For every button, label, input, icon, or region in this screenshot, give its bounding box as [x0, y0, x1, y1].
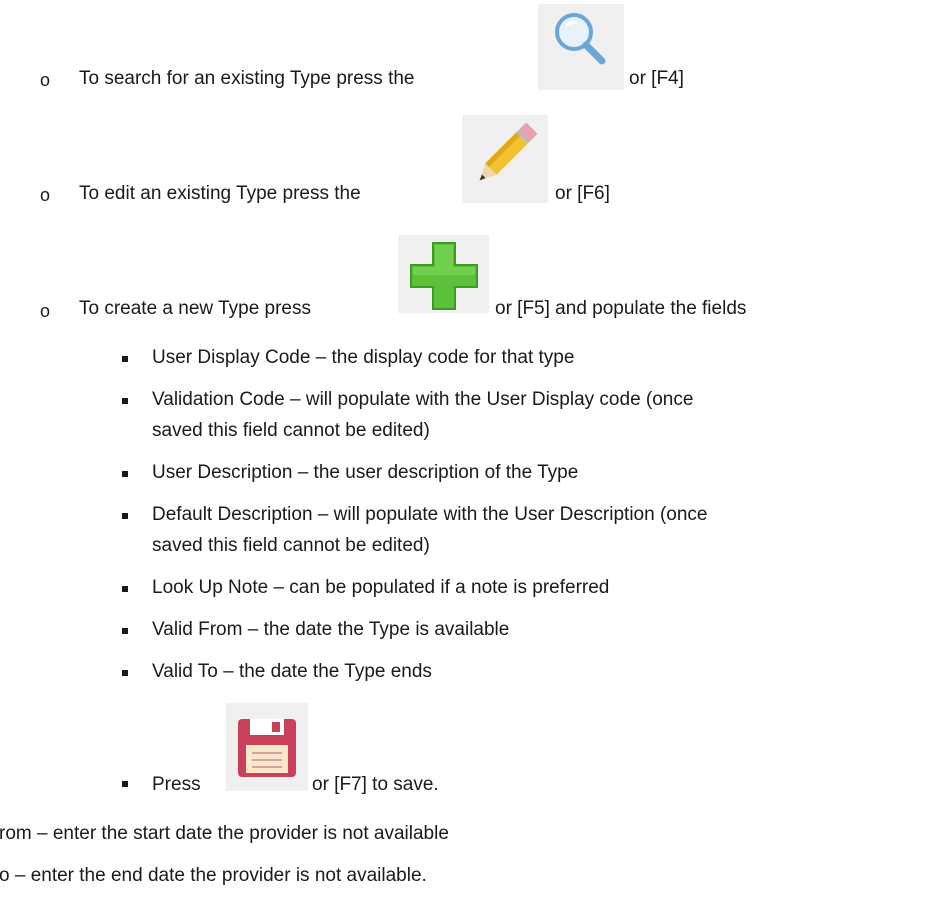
edit-shortcut-text: or [F6] [555, 183, 610, 204]
field-item-user-display-code: User Display Code – the display code for… [152, 347, 575, 368]
square-bullet [122, 471, 128, 477]
field-item-look-up-note: Look Up Note – can be populated if a not… [152, 577, 610, 598]
save-instruction-text: Press [152, 774, 201, 795]
square-bullet [122, 781, 128, 787]
field-item-valid-from: Valid From – the date the Type is availa… [152, 619, 510, 640]
field-item-default-description-cont: saved this field cannot be edited) [152, 535, 430, 556]
edit-instruction-text: To edit an existing Type press the [79, 183, 361, 204]
magnifier-icon [555, 13, 606, 65]
field-item-validation-code-cont: saved this field cannot be edited) [152, 420, 430, 441]
green-plus-icon [410, 242, 478, 310]
search-shortcut-text: or [F4] [629, 68, 684, 89]
search-button[interactable] [538, 4, 624, 90]
circle-bullet: o [40, 70, 51, 90]
field-item-validation-code: Validation Code – will populate with the… [152, 389, 694, 410]
pencil-icon [479, 122, 538, 181]
square-bullet [122, 356, 128, 362]
floppy-disk-icon [238, 719, 296, 777]
save-button[interactable] [226, 703, 308, 791]
square-bullet [122, 586, 128, 592]
field-item-user-description: User Description – the user description … [152, 462, 579, 483]
field-item-default-description: Default Description – will populate with… [152, 504, 708, 525]
search-instruction-text: To search for an existing Type press the [79, 68, 415, 89]
unavailable-from-text: rom – enter the start date the provider … [0, 823, 449, 844]
square-bullet [122, 513, 128, 519]
create-instruction-text: To create a new Type press [79, 298, 311, 319]
square-bullet [122, 670, 128, 676]
edit-button[interactable] [462, 115, 548, 203]
circle-bullet: o [40, 301, 51, 321]
square-bullet [122, 398, 128, 404]
create-button[interactable] [398, 235, 489, 313]
create-shortcut-text: or [F5] and populate the fields [495, 298, 747, 319]
document-page: { "lines": { "search": { "before": "To s… [0, 0, 937, 909]
circle-bullet: o [40, 185, 51, 205]
unavailable-to-text: o – enter the end date the provider is n… [0, 865, 427, 886]
field-item-valid-to: Valid To – the date the Type ends [152, 661, 432, 682]
square-bullet [122, 628, 128, 634]
save-shortcut-text: or [F7] to save. [312, 774, 439, 795]
